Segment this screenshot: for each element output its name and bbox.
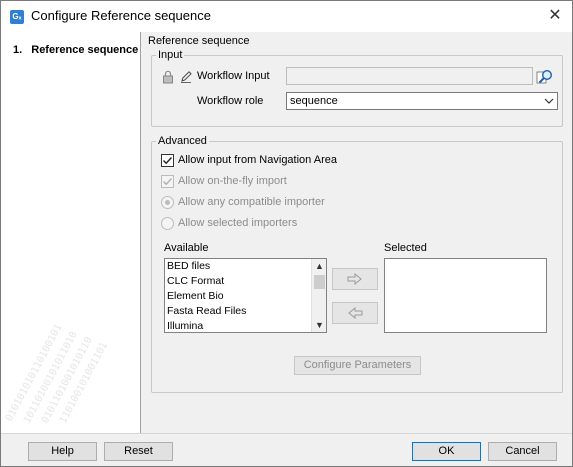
browse-search-icon[interactable] [536, 68, 554, 85]
section-title: Reference sequence [148, 35, 250, 47]
close-icon[interactable]: ✕ [544, 5, 566, 27]
scroll-thumb[interactable] [314, 275, 325, 289]
selected-label: Selected [384, 242, 427, 254]
pencil-icon[interactable] [180, 70, 192, 83]
add-importer-button[interactable] [332, 268, 378, 290]
allow-nav-area-label: Allow input from Navigation Area [178, 154, 337, 166]
workflow-role-value: sequence [290, 95, 338, 107]
window-title: Configure Reference sequence [31, 8, 211, 23]
workflow-input-field[interactable] [286, 67, 533, 85]
allow-selected-importers-radio[interactable] [161, 217, 174, 230]
checkmark-icon [163, 157, 173, 165]
app-icon: Gₓ [10, 10, 24, 24]
wizard-steps-sidebar: 1. Reference sequence 010101010110100101… [1, 32, 141, 433]
main-panel: Reference sequence Input Workflow Input … [142, 32, 572, 433]
input-group-legend: Input [158, 49, 183, 61]
arrow-right-icon [347, 272, 362, 286]
workflow-role-label: Workflow role [197, 95, 264, 107]
configure-dialog: Gₓ Configure Reference sequence ✕ 1. Ref… [0, 0, 573, 467]
step-label: Reference sequence [31, 44, 139, 56]
help-button[interactable]: Help [28, 442, 97, 461]
ok-button[interactable]: OK [412, 442, 481, 461]
allow-on-the-fly-checkbox[interactable] [161, 175, 174, 188]
available-importers-list[interactable]: BED files CLC Format Element Bio Fasta R… [164, 258, 327, 333]
checkmark-icon [163, 178, 173, 186]
allow-any-importer-label: Allow any compatible importer [178, 196, 325, 208]
remove-importer-button[interactable] [332, 302, 378, 324]
input-group: Input [151, 49, 563, 127]
available-label: Available [164, 242, 209, 254]
lock-icon[interactable] [162, 70, 174, 84]
cancel-button[interactable]: Cancel [488, 442, 557, 461]
configure-parameters-button[interactable]: Configure Parameters [294, 356, 421, 375]
allow-selected-importers-label: Allow selected importers [178, 217, 298, 229]
list-item[interactable]: Illumina [165, 319, 326, 332]
allow-any-importer-radio[interactable] [161, 196, 174, 209]
scroll-down-icon[interactable]: ▼ [312, 318, 326, 332]
reset-button[interactable]: Reset [104, 442, 173, 461]
workflow-input-label: Workflow Input [197, 70, 270, 82]
list-item[interactable]: Element Bio [165, 289, 326, 304]
chevron-down-icon [544, 98, 554, 104]
list-item[interactable]: CLC Format [165, 274, 326, 289]
selected-importers-list[interactable] [384, 258, 547, 333]
list-item[interactable]: Fasta Read Files [165, 304, 326, 319]
workflow-role-select[interactable]: sequence [286, 92, 558, 110]
allow-on-the-fly-label: Allow on-the-fly import [178, 175, 287, 187]
advanced-group-legend: Advanced [158, 135, 207, 147]
list-scrollbar[interactable]: ▲ ▼ [311, 259, 326, 332]
sidebar-item-reference-sequence[interactable]: 1. Reference sequence [13, 44, 138, 56]
list-item[interactable]: BED files [165, 259, 326, 274]
allow-nav-area-checkbox[interactable] [161, 154, 174, 167]
footer-divider [1, 433, 572, 434]
binary-watermark-graphic: 010101010110100101 10110100101011010 010… [4, 323, 110, 426]
step-number: 1. [13, 44, 23, 56]
title-bar: Gₓ Configure Reference sequence ✕ [1, 1, 572, 32]
scroll-up-icon[interactable]: ▲ [312, 259, 326, 273]
arrow-left-icon [348, 306, 363, 320]
